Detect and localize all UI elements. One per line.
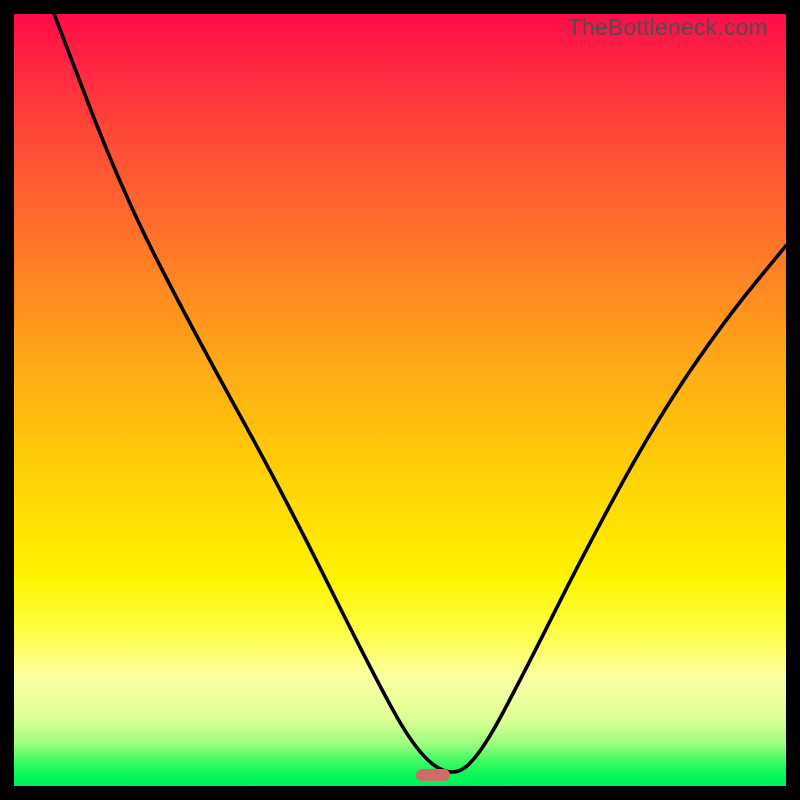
- minimum-marker: [416, 769, 450, 781]
- gradient-plot-area: TheBottleneck.com: [14, 14, 786, 786]
- bottleneck-curve: [14, 14, 786, 786]
- curve-path: [54, 14, 786, 772]
